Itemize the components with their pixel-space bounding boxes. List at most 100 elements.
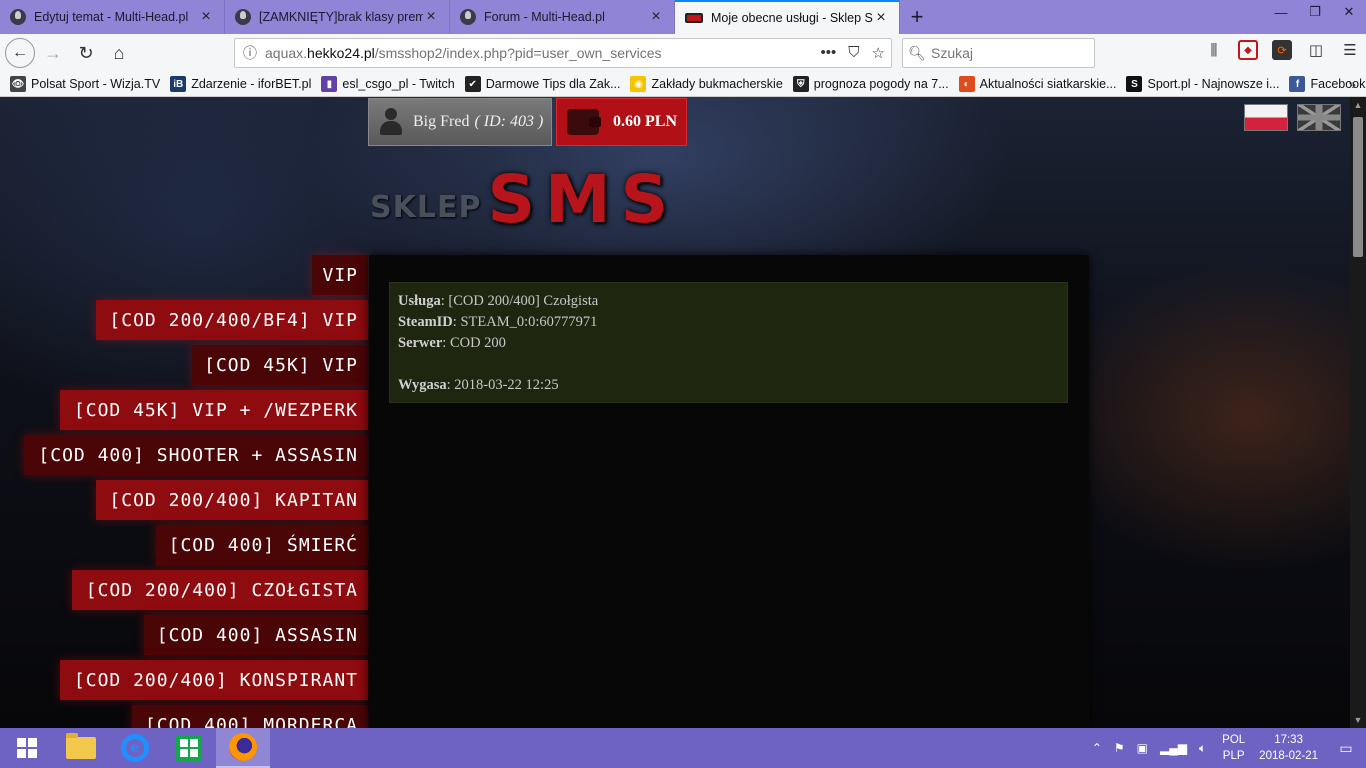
menu-item[interactable]: [COD 200/400] KAPITAN <box>96 480 368 520</box>
scroll-up-icon[interactable]: ▲ <box>1350 97 1366 113</box>
tab-title: Moje obecne usługi - Sklep SMS <box>711 11 873 25</box>
tab-zamkniety[interactable]: [ZAMKNIĘTY]brak klasy premium × <box>225 0 450 34</box>
menu-item[interactable]: [COD 400] ŚMIERĆ <box>156 525 368 565</box>
store-icon <box>176 735 202 761</box>
usluga-label: Usługa <box>398 293 441 309</box>
url-path: /smsshop2/index.php?pid=user_own_service… <box>374 45 662 61</box>
close-window-button[interactable]: ✕ <box>1332 0 1366 24</box>
user-box[interactable]: Big Fred ( ID: 403 ) <box>368 98 552 146</box>
bookmarks-bar: 👁 Polsat Sport - Wizja.TV iB Zdarzenie - if… <box>0 72 1366 97</box>
file-explorer-button[interactable] <box>54 728 108 768</box>
close-icon[interactable]: × <box>423 8 439 26</box>
menu-item[interactable]: [COD 45K] VIP <box>192 345 368 385</box>
signal-icon[interactable]: ▂▄▆ <box>1160 741 1187 755</box>
language-line2: PLP <box>1222 750 1245 762</box>
bookmark-item[interactable]: 👁 Polsat Sport - Wizja.TV <box>10 76 160 92</box>
menu-item[interactable]: [COD 400] MORDERCA <box>132 705 368 728</box>
pocket-icon[interactable]: ⛉ <box>848 44 859 62</box>
url-domain: hekko24.pl <box>307 45 375 61</box>
bookmark-item[interactable]: S Sport.pl - Najnowsze i... <box>1126 76 1279 92</box>
menu-item[interactable]: [COD 200/400] CZOŁGISTA <box>72 570 368 610</box>
user-id: ( ID: 403 ) <box>474 113 544 130</box>
volleyball-icon: ◐ <box>958 76 975 92</box>
close-icon[interactable]: × <box>648 8 664 26</box>
bookmaker-icon: ◉ <box>630 76 647 92</box>
user-name: Big Fred <box>413 113 470 130</box>
wygasa-label: Wygasa <box>398 377 447 393</box>
bookmark-label: Sport.pl - Najnowsze i... <box>1147 77 1280 91</box>
close-icon[interactable]: × <box>873 9 889 27</box>
network-icon[interactable]: ▣ <box>1137 741 1148 755</box>
page-actions-icon[interactable]: ••• <box>821 44 837 62</box>
tab-forum[interactable]: Forum - Multi-Head.pl × <box>450 0 675 34</box>
menu-item[interactable]: [COD 45K] VIP + /WEZPERK <box>60 390 368 430</box>
tab-title: Edytuj temat - Multi-Head.pl <box>34 10 189 24</box>
scroll-thumb[interactable] <box>1353 117 1363 257</box>
start-button[interactable] <box>0 728 54 768</box>
bookmark-star-icon[interactable]: ☆ <box>872 44 885 62</box>
bookmark-item[interactable]: ▮ esl_csgo_pl - Twitch <box>321 76 455 92</box>
sportpl-icon: S <box>1126 76 1143 92</box>
library-icon[interactable]: ⫼ <box>1204 40 1224 60</box>
menu-item[interactable]: VIP <box>312 255 368 295</box>
bookmark-label: Darmowe Tips dla Zak... <box>485 77 621 91</box>
reload-button[interactable]: ↻ <box>71 38 101 68</box>
tab-edytuj-temat[interactable]: Edytuj temat - Multi-Head.pl × <box>0 0 225 34</box>
menu-item[interactable]: [COD 400] ASSASIN <box>144 615 368 655</box>
logo-sms: SMS <box>487 161 679 238</box>
arrow-right-icon: → <box>44 42 62 63</box>
menu-item[interactable]: [COD 400] SHOOTER + ASSASIN <box>24 435 368 475</box>
minimize-button[interactable]: — <box>1264 0 1298 24</box>
bookmark-item[interactable]: ◐ Aktualności siatkarskie... <box>958 76 1116 92</box>
firefox-button[interactable] <box>216 728 270 768</box>
shield-icon: ⛨ <box>792 76 809 92</box>
menu-item[interactable]: [COD 200/400] KONSPIRANT <box>60 660 368 700</box>
tab-title: Forum - Multi-Head.pl <box>484 10 605 24</box>
folder-icon <box>66 733 96 759</box>
shop-logo[interactable]: SKLEP SMS <box>370 167 678 233</box>
close-icon[interactable]: × <box>198 8 214 26</box>
home-button[interactable]: ⌂ <box>104 38 134 68</box>
toolbar-icons: ⫼ ◆ ⟳ ◫ ☰ <box>1204 40 1360 60</box>
bookmarks-overflow-icon[interactable]: » <box>1348 76 1356 92</box>
chevron-up-icon[interactable]: ⌃ <box>1092 741 1102 755</box>
bookmark-item[interactable]: ✔ Darmowe Tips dla Zak... <box>464 76 621 92</box>
bookmark-label: Zdarzenie - iforBET.pl <box>191 77 312 91</box>
page-scrollbar[interactable]: ▲ ▼ <box>1350 97 1366 728</box>
flag-icon[interactable]: ⚑ <box>1114 741 1125 755</box>
new-tab-button[interactable]: + <box>900 0 934 34</box>
system-tray: ⌃ ⚑ ▣ ▂▄▆ 🔈︎ POL PLP 17:33 2018-02-21 ▭ <box>1086 728 1358 768</box>
notification-icon[interactable]: ▭ <box>1334 736 1358 760</box>
extension-icon[interactable]: ⟳ <box>1272 40 1292 60</box>
wallet-icon <box>567 109 601 135</box>
bookmark-item[interactable]: iB Zdarzenie - iforBET.pl <box>170 76 311 92</box>
back-button[interactable]: ← <box>5 38 35 68</box>
maximize-button[interactable]: ❐ <box>1298 0 1332 24</box>
sms-icon <box>685 13 703 23</box>
info-icon[interactable]: ⓘ <box>235 43 265 63</box>
store-button[interactable] <box>162 728 216 768</box>
search-input[interactable]: 🔍︎ Szukaj <box>902 38 1095 68</box>
tab-bar: Edytuj temat - Multi-Head.pl × [ZAMKNIĘT… <box>0 0 1366 34</box>
facebook-icon: f <box>1289 76 1306 92</box>
british-flag-icon[interactable] <box>1297 104 1341 131</box>
clock-date: 2018-02-21 <box>1259 750 1318 762</box>
forward-button[interactable]: → <box>38 38 68 68</box>
language-indicator[interactable]: POL PLP <box>1222 732 1245 764</box>
scroll-down-icon[interactable]: ▼ <box>1350 712 1366 728</box>
service-row-wygasa: Wygasa: 2018-03-22 12:25 <box>398 377 559 393</box>
url-bar[interactable]: ⓘ aquax. hekko24.pl/smsshop2/index.php?pi… <box>234 38 892 68</box>
menu-icon[interactable]: ☰ <box>1340 40 1360 60</box>
adblock-icon[interactable]: ◆ <box>1238 40 1258 60</box>
clock[interactable]: 17:33 2018-02-21 <box>1259 732 1318 764</box>
sidebar-icon[interactable]: ◫ <box>1306 40 1326 60</box>
bookmark-item[interactable]: ◉ Zakłady bukmacherskie <box>630 76 783 92</box>
internet-explorer-button[interactable]: e <box>108 728 162 768</box>
wallet-box[interactable]: 0.60 PLN <box>556 98 687 146</box>
volume-icon[interactable]: 🔈︎ <box>1199 741 1206 756</box>
menu-item[interactable]: [COD 200/400/BF4] VIP <box>96 300 368 340</box>
polish-flag-icon[interactable] <box>1244 104 1288 131</box>
bookmark-item[interactable]: ⛨ prognoza pogody na 7... <box>792 76 949 92</box>
tab-moje-uslugi[interactable]: Moje obecne usługi - Sklep SMS × <box>675 0 900 34</box>
url-tools: ••• ⛉ ☆ <box>821 44 885 62</box>
